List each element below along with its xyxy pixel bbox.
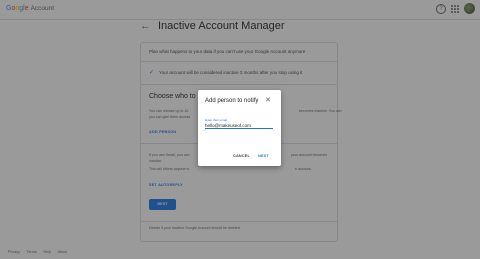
cancel-button[interactable]: CANCEL (233, 154, 250, 159)
close-icon[interactable]: ✕ (264, 97, 272, 105)
dialog-title: Add person to notify (205, 98, 259, 104)
dialog-next-button[interactable]: NEXT (258, 154, 269, 159)
email-field[interactable] (205, 122, 273, 129)
add-person-dialog: Add person to notify ✕ Enter their email… (198, 90, 281, 166)
